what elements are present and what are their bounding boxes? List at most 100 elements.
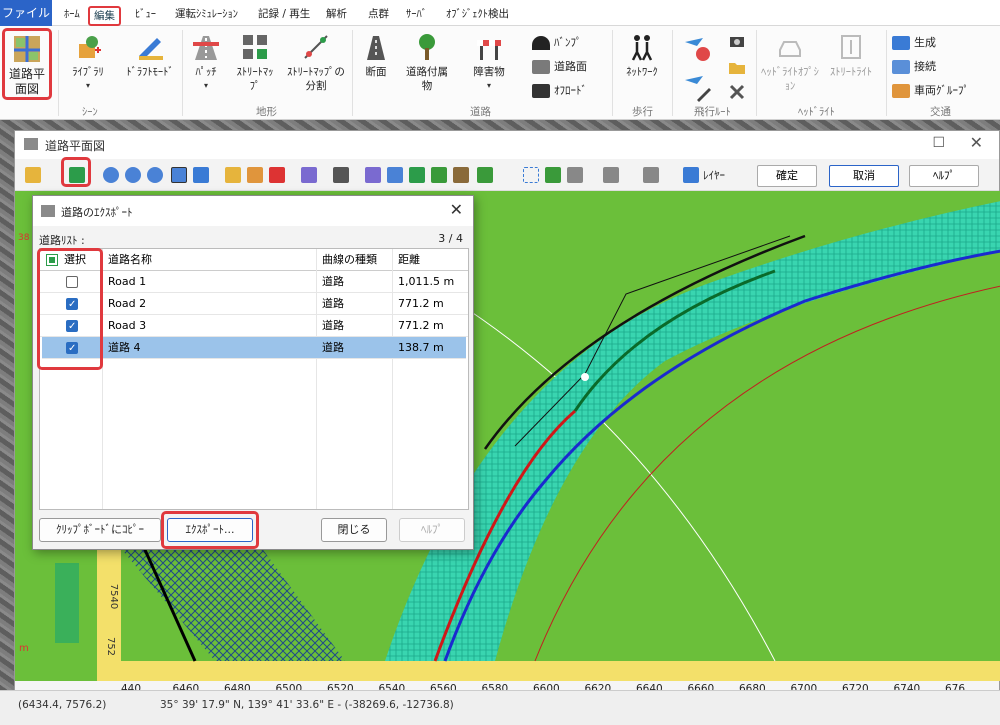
col-name[interactable]: 道路名称 xyxy=(108,249,152,271)
draft-mode-button[interactable]: ﾄﾞﾗﾌﾄﾓｰﾄﾞ xyxy=(120,32,180,79)
plane-add-icon xyxy=(685,38,710,61)
tab-object-detect[interactable]: ｵﾌﾞｼﾞｪｸﾄ検出 xyxy=(446,4,509,24)
tab-point-cloud[interactable]: 点群 xyxy=(368,4,389,24)
highlight-export xyxy=(161,511,259,549)
split-street-map-button[interactable]: ｽﾄﾘｰﾄﾏｯﾌﾟの分割 xyxy=(284,32,348,93)
draw-icon[interactable] xyxy=(225,167,241,183)
tab-simulation[interactable]: 運転ｼﾐｭﾚｰｼｮﾝ xyxy=(175,4,238,24)
obstacle-dropdown-icon: ▾ xyxy=(486,81,491,90)
highlight-road-plan xyxy=(2,28,52,100)
maximize-icon[interactable]: ☐ xyxy=(932,135,945,151)
camera-icon xyxy=(730,37,744,47)
curve-tool-icon[interactable] xyxy=(365,167,381,183)
col-distance[interactable]: 距離 xyxy=(398,249,420,271)
line-tool-icon[interactable] xyxy=(301,167,317,183)
selected-count: 3 / 4 xyxy=(438,232,463,245)
group-traffic: 交通 xyxy=(930,106,951,118)
road-plan-toolbar: ﾚｲﾔｰ 確定 取消 ﾍﾙﾌﾟ xyxy=(15,157,999,191)
wave-tool-icon[interactable] xyxy=(409,167,425,183)
road-accessory-button[interactable]: 道路付属物 xyxy=(402,32,452,93)
road-surface-button[interactable]: 道路面 xyxy=(532,58,587,74)
zoom-in-icon[interactable] xyxy=(103,167,119,183)
close-button[interactable]: 閉じる xyxy=(321,518,387,542)
measure-icon[interactable] xyxy=(567,167,583,183)
generate-label: 生成 xyxy=(914,36,936,49)
network-button[interactable]: ﾈｯﾄﾜｰｸ xyxy=(616,32,668,79)
help-button[interactable]: ﾍﾙﾌﾟ xyxy=(909,165,979,187)
zoom-fit-icon[interactable] xyxy=(147,167,163,183)
redo-icon[interactable] xyxy=(643,167,659,183)
zoom-out-icon[interactable] xyxy=(125,167,141,183)
dialog-close-icon[interactable]: ✕ xyxy=(450,200,463,219)
obstacle-button[interactable]: 障害物 ▾ xyxy=(464,32,514,93)
street-map-button[interactable]: ｽﾄﾘｰﾄﾏｯﾌﾟ xyxy=(232,32,278,93)
table-row[interactable]: Road 2 道路 771.2 m xyxy=(40,293,468,316)
road-accessory-icon xyxy=(419,34,435,60)
tab-file[interactable]: ファイル xyxy=(0,0,52,26)
select-rect-icon[interactable] xyxy=(523,167,539,183)
y-tick-1: 752 xyxy=(105,636,117,657)
group-walk: 歩行 xyxy=(632,106,653,118)
layer-style-icon[interactable] xyxy=(25,167,41,183)
tab-record[interactable]: 記録 / 再生 xyxy=(258,4,310,24)
tab-view[interactable]: ﾋﾞｭｰ xyxy=(135,4,156,24)
dialog-app-icon xyxy=(41,205,55,217)
street-light-button[interactable]: ｽﾄﾘｰﾄﾗｲﾄ xyxy=(822,32,880,79)
control-point[interactable] xyxy=(581,373,589,381)
confirm-button[interactable]: 確定 xyxy=(757,165,817,187)
col-curve[interactable]: 曲線の種類 xyxy=(322,249,377,271)
table-row-selected[interactable]: 道路 4 道路 138.7 m xyxy=(42,337,466,360)
offroad-button[interactable]: ｵﾌﾛｰﾄﾞ xyxy=(532,82,587,98)
flight-delete-button[interactable] xyxy=(722,82,752,105)
layers-icon[interactable] xyxy=(683,167,699,183)
split-street-map-icon xyxy=(304,35,328,59)
road-tool-icon[interactable] xyxy=(333,167,349,183)
flight-folder-button[interactable] xyxy=(722,58,752,81)
place-icon[interactable] xyxy=(545,167,561,183)
patch-button[interactable]: ﾊﾟｯﾁ ▾ xyxy=(186,32,226,93)
undo-icon[interactable] xyxy=(603,167,619,183)
headlight-option-label: ﾍｯﾄﾞﾗｲﾄｵﾌﾟｼｮﾝ xyxy=(761,66,819,92)
bump-label: ﾊﾞﾝﾌﾟ xyxy=(554,36,582,49)
intersect-tool-icon[interactable] xyxy=(387,167,403,183)
road-name: 道路 4 xyxy=(108,341,141,354)
dialog-help-button[interactable]: ﾍﾙﾌﾟ xyxy=(399,518,465,542)
road-distance: 138.7 m xyxy=(398,341,444,354)
flight-route-add-button[interactable] xyxy=(678,34,718,67)
section-button[interactable]: 断面 xyxy=(356,32,396,79)
road-surface-label: 道路面 xyxy=(554,60,587,73)
headlight-option-button[interactable]: ﾍｯﾄﾞﾗｲﾄｵﾌﾟｼｮﾝ xyxy=(760,32,820,93)
export-dialog: 道路のｴｸｽﾎﾟｰﾄ ✕ 道路ﾘｽﾄ : 3 / 4 選択 道路名称 曲線の種類… xyxy=(32,195,474,550)
headlight-car-icon xyxy=(779,41,801,57)
close-icon[interactable]: ✕ xyxy=(970,133,983,152)
geo-coordinates: 35° 39' 17.9" N, 139° 41' 33.6" E - (-38… xyxy=(160,699,454,711)
table-row[interactable]: Road 3 道路 771.2 m xyxy=(40,315,468,338)
y-tick-0: 7540 xyxy=(108,583,120,610)
patch-label: ﾊﾟｯﾁ xyxy=(195,66,217,78)
library-button[interactable]: ﾗｲﾌﾞﾗﾘ ▾ xyxy=(64,32,112,93)
library-label: ﾗｲﾌﾞﾗﾘ xyxy=(72,66,104,78)
flight-route-edit-button[interactable] xyxy=(678,72,718,105)
copy-to-clipboard-button[interactable]: ｸﾘｯﾌﾟﾎﾞｰﾄﾞにｺﾋﾟｰ xyxy=(39,518,161,542)
tab-edit[interactable]: 編集 xyxy=(88,6,121,26)
zoom-window-icon[interactable] xyxy=(171,167,187,183)
tab-home[interactable]: ﾎｰﾑ xyxy=(64,4,80,24)
pan-icon[interactable] xyxy=(193,167,209,183)
folder-icon xyxy=(729,63,745,74)
bump-button[interactable]: ﾊﾞﾝﾌﾟ xyxy=(532,34,582,50)
vehicle-group-button[interactable]: 車両ｸﾞﾙｰﾌﾟ xyxy=(892,82,969,98)
split-icon[interactable] xyxy=(269,167,285,183)
connect-button[interactable]: 接続 xyxy=(892,58,936,74)
transform-icon[interactable] xyxy=(247,167,263,183)
generate-button[interactable]: 生成 xyxy=(892,34,936,50)
flight-camera-button[interactable] xyxy=(722,32,752,55)
cancel-button[interactable]: 取消 xyxy=(829,165,899,187)
forest-tool-icon[interactable] xyxy=(477,167,493,183)
tab-analysis[interactable]: 解析 xyxy=(326,4,347,24)
street-light-icon xyxy=(841,35,861,59)
fence-tool-icon[interactable] xyxy=(453,167,469,183)
table-row[interactable]: Road 1 道路 1,011.5 m xyxy=(40,271,468,293)
tab-server[interactable]: ｻｰﾊﾞ xyxy=(406,4,427,24)
tree-tool-icon[interactable] xyxy=(431,167,447,183)
layers-label[interactable]: ﾚｲﾔｰ xyxy=(703,167,725,183)
